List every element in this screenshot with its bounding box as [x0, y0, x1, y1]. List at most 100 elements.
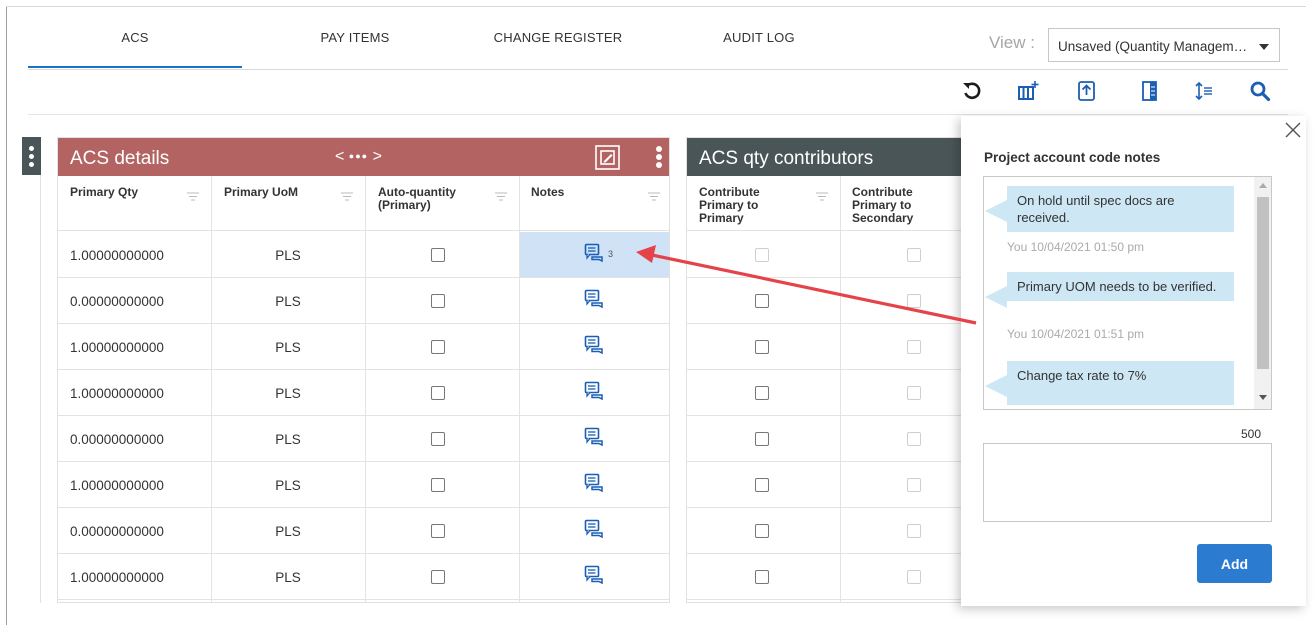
- table-row[interactable]: [687, 278, 975, 324]
- scroll-down-icon[interactable]: [1259, 395, 1267, 400]
- notes-cell[interactable]: [520, 462, 669, 507]
- primary-qty-cell: 0.00000000000: [70, 524, 164, 539]
- contribute-secondary-checkbox: [907, 294, 921, 308]
- contribute-primary-checkbox[interactable]: [755, 248, 769, 262]
- tab-label: PAY ITEMS: [320, 30, 390, 45]
- search-icon[interactable]: [1249, 80, 1271, 102]
- auto-quantity-checkbox[interactable]: [431, 340, 445, 354]
- add-note-button[interactable]: Add: [1197, 544, 1272, 583]
- notes-icon[interactable]: [584, 289, 604, 309]
- contribute-primary-checkbox[interactable]: [755, 570, 769, 584]
- table-row[interactable]: 1.00000000000 PLS: [58, 462, 669, 508]
- table-row[interactable]: [687, 508, 975, 554]
- col-contribute-primary-to-secondary[interactable]: Contribute Primary to Secondary: [852, 186, 932, 225]
- contribute-secondary-checkbox: [907, 524, 921, 538]
- table-row[interactable]: [687, 232, 975, 278]
- contribute-primary-checkbox[interactable]: [755, 478, 769, 492]
- column-chooser-icon[interactable]: [1139, 80, 1161, 102]
- auto-quantity-checkbox[interactable]: [431, 248, 445, 262]
- edit-icon[interactable]: [595, 145, 620, 170]
- tab-underline: [28, 69, 1288, 70]
- auto-quantity-checkbox[interactable]: [431, 570, 445, 584]
- table-row[interactable]: 0.00000000000 PLS: [58, 508, 669, 554]
- auto-quantity-checkbox[interactable]: [431, 524, 445, 538]
- primary-qty-cell: 1.00000000000: [70, 478, 164, 493]
- export-icon[interactable]: [1076, 80, 1098, 102]
- contribute-primary-checkbox[interactable]: [755, 386, 769, 400]
- notes-cell[interactable]: [520, 278, 669, 323]
- primary-uom-cell: PLS: [275, 386, 301, 401]
- table-row[interactable]: [687, 554, 975, 600]
- col-primary-qty[interactable]: Primary Qty: [70, 186, 160, 199]
- auto-quantity-checkbox[interactable]: [431, 294, 445, 308]
- notes-cell[interactable]: [520, 554, 669, 599]
- contribute-primary-checkbox[interactable]: [755, 432, 769, 446]
- notes-icon[interactable]: [584, 519, 604, 539]
- notes-icon[interactable]: [584, 335, 604, 355]
- contribute-secondary-checkbox: [907, 248, 921, 262]
- scroll-up-icon[interactable]: [1259, 183, 1267, 188]
- contribute-secondary-checkbox: [907, 478, 921, 492]
- filter-icon[interactable]: [341, 192, 353, 201]
- clipped-grid-header: [22, 137, 41, 175]
- filter-icon[interactable]: [648, 192, 660, 201]
- table-row[interactable]: 0.00000000000 PLS: [58, 416, 669, 462]
- filter-icon[interactable]: [495, 192, 507, 201]
- tab-pay-items[interactable]: PAY ITEMS: [255, 30, 455, 70]
- contribute-primary-checkbox[interactable]: [755, 340, 769, 354]
- pager-next[interactable]: >: [373, 148, 382, 165]
- notes-cell[interactable]: [520, 324, 669, 369]
- row-height-icon[interactable]: [1193, 80, 1215, 102]
- table-row[interactable]: 1.00000000000 PLS 3: [58, 232, 669, 278]
- note-bubble: On hold until spec docs are received.: [985, 186, 1234, 232]
- note-meta: You 10/04/2021 01:51 pm: [1007, 327, 1145, 341]
- app-window: ACS PAY ITEMS CHANGE REGISTER AUDIT LOG …: [0, 0, 1314, 625]
- tab-label: ACS: [121, 30, 149, 45]
- notes-icon[interactable]: [584, 381, 604, 401]
- tab-change-register[interactable]: CHANGE REGISTER: [458, 30, 658, 70]
- notes-icon[interactable]: [584, 473, 604, 493]
- group-pager[interactable]: < ●●● >: [335, 148, 382, 166]
- table-row[interactable]: [687, 416, 975, 462]
- frame-divider: [6, 6, 1306, 7]
- col-primary-uom[interactable]: Primary UoM: [224, 186, 314, 199]
- table-row[interactable]: 1.00000000000 PLS: [58, 324, 669, 370]
- notes-cell[interactable]: [520, 416, 669, 461]
- note-input[interactable]: [983, 443, 1272, 522]
- table-row[interactable]: [687, 370, 975, 416]
- table-row[interactable]: 1.00000000000 PLS: [58, 370, 669, 416]
- notes-icon[interactable]: [584, 565, 604, 585]
- close-icon[interactable]: [1284, 121, 1302, 139]
- auto-quantity-checkbox[interactable]: [431, 386, 445, 400]
- notes-cell[interactable]: [520, 370, 669, 415]
- add-column-icon[interactable]: [1017, 80, 1039, 102]
- contribute-primary-checkbox[interactable]: [755, 524, 769, 538]
- notes-cell[interactable]: [520, 508, 669, 553]
- auto-quantity-checkbox[interactable]: [431, 478, 445, 492]
- acs-contributors-header: ACS qty contributors: [687, 138, 975, 176]
- contribute-primary-checkbox[interactable]: [755, 294, 769, 308]
- tab-audit-log[interactable]: AUDIT LOG: [664, 30, 854, 70]
- primary-uom-cell: PLS: [275, 478, 301, 493]
- notes-scrollbar-thumb[interactable]: [1257, 197, 1269, 369]
- notes-cell[interactable]: 3: [520, 232, 669, 277]
- auto-quantity-checkbox[interactable]: [431, 432, 445, 446]
- pager-prev[interactable]: <: [335, 148, 344, 165]
- tab-acs[interactable]: ACS: [28, 30, 242, 70]
- col-auto-quantity[interactable]: Auto-quantity (Primary): [378, 186, 488, 212]
- view-label: View :: [989, 33, 1035, 52]
- table-row[interactable]: 0.00000000000 PLS: [58, 278, 669, 324]
- table-row[interactable]: [687, 324, 975, 370]
- table-row[interactable]: 1.00000000000 PLS: [58, 554, 669, 600]
- notes-icon[interactable]: [584, 243, 604, 263]
- view-select[interactable]: Unsaved (Quantity Managem…: [1048, 28, 1280, 62]
- more-options-icon[interactable]: [656, 138, 662, 176]
- col-notes[interactable]: Notes: [531, 186, 621, 199]
- filter-icon[interactable]: [816, 192, 828, 201]
- notes-icon[interactable]: [584, 427, 604, 447]
- refresh-icon[interactable]: [961, 80, 983, 102]
- col-contribute-primary-to-primary[interactable]: Contribute Primary to Primary: [699, 186, 769, 225]
- filter-icon[interactable]: [187, 192, 199, 201]
- table-row[interactable]: [687, 462, 975, 508]
- notes-list[interactable]: On hold until spec docs are received. Yo…: [983, 176, 1272, 410]
